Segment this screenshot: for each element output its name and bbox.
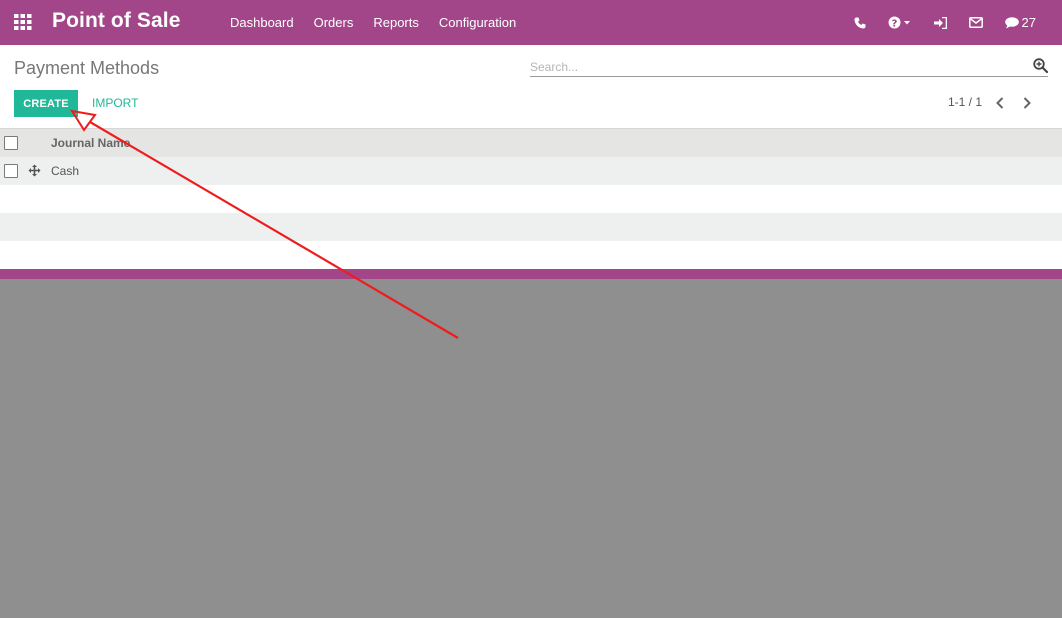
empty-row (0, 185, 1062, 213)
table-row[interactable]: Cash (0, 157, 1062, 185)
chat-button[interactable]: 27 (1004, 15, 1036, 30)
phone-icon[interactable] (854, 17, 866, 29)
menu-item-reports[interactable]: Reports (373, 15, 419, 30)
pager-value[interactable]: 1-1 / 1 (948, 95, 982, 109)
chat-count-badge: 27 (1021, 15, 1036, 30)
grey-overlay-area (0, 279, 1062, 618)
search-bar (530, 57, 1049, 78)
row-checkbox[interactable] (4, 164, 18, 178)
envelope-icon[interactable] (968, 17, 983, 28)
app-title: Point of Sale (52, 9, 181, 32)
control-panel: Payment Methods CREATE IMPORT 1-1 / 1 (0, 45, 1062, 129)
help-icon[interactable]: ? (888, 16, 912, 29)
cell-journal-name: Cash (51, 164, 80, 178)
pager-previous-icon[interactable] (995, 96, 1005, 114)
import-button[interactable]: IMPORT (88, 90, 142, 117)
app-window: Point of Sale Dashboard Orders Reports C… (0, 0, 1062, 618)
chat-icon (1004, 16, 1019, 28)
select-all-checkbox[interactable] (4, 136, 18, 150)
create-button[interactable]: CREATE (14, 90, 78, 117)
menu-item-configuration[interactable]: Configuration (439, 15, 516, 30)
top-navbar: Point of Sale Dashboard Orders Reports C… (0, 0, 1062, 45)
pager-next-icon[interactable] (1022, 96, 1032, 114)
menu-item-dashboard[interactable]: Dashboard (230, 15, 294, 30)
sign-in-icon[interactable] (933, 16, 947, 29)
main-menu: Dashboard Orders Reports Configuration (230, 15, 536, 30)
search-input[interactable] (530, 57, 1020, 76)
empty-row (0, 241, 1062, 269)
empty-row (0, 213, 1062, 241)
bottom-brand-bar (0, 269, 1062, 279)
list-view: Journal Name Cash (0, 129, 1062, 269)
table-header-row: Journal Name (0, 129, 1062, 157)
search-icon[interactable] (1033, 58, 1049, 78)
menu-item-orders[interactable]: Orders (314, 15, 354, 30)
svg-text:?: ? (891, 18, 897, 29)
column-header-journal-name[interactable]: Journal Name (51, 136, 130, 150)
page-title: Payment Methods (14, 58, 160, 78)
apps-grid-icon[interactable] (14, 14, 32, 30)
systray: ? 27 (854, 0, 1062, 45)
drag-handle-icon[interactable] (28, 164, 41, 182)
